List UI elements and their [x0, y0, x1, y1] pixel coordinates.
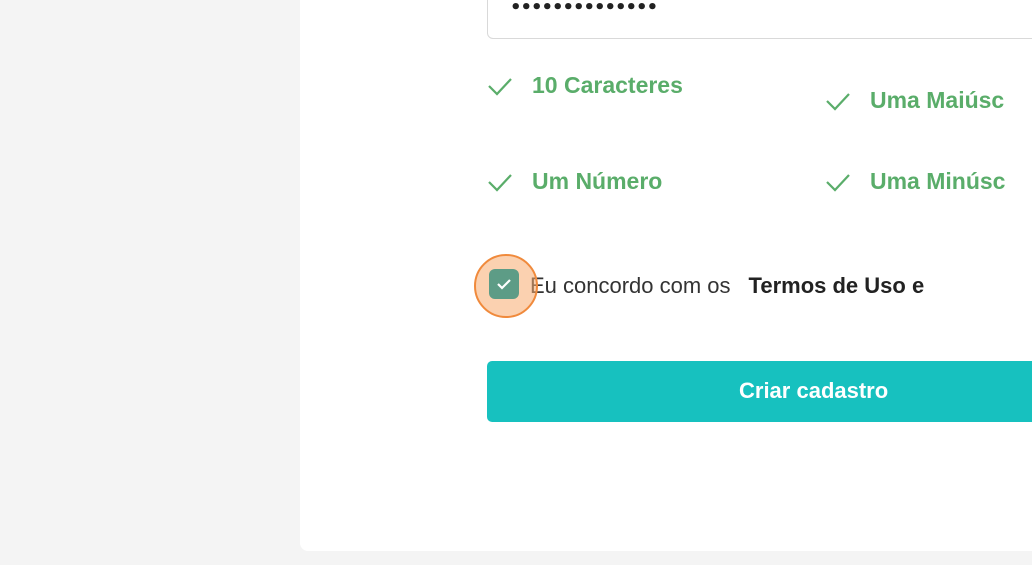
requirement-uppercase: Uma Maiúsc: [824, 87, 1004, 114]
terms-checkbox-focus-ring[interactable]: [474, 254, 538, 318]
create-account-label: Criar cadastro: [739, 378, 889, 403]
requirement-label: Um Número: [532, 168, 663, 194]
password-value: ••••••••••••••: [510, 0, 658, 18]
check-icon: [488, 77, 512, 96]
terms-of-use-link[interactable]: Termos de Uso e: [749, 273, 925, 299]
check-icon: [826, 92, 850, 111]
requirement-label: Uma Maiúsc: [870, 87, 1005, 113]
terms-checkbox[interactable]: [489, 269, 519, 299]
check-icon: [826, 173, 850, 192]
requirement-lowercase: Uma Minúsc: [824, 168, 1005, 195]
password-input[interactable]: ••••••••••••••: [487, 0, 1032, 39]
terms-agreement: Eu concordo com os Termos de Uso e: [474, 254, 924, 318]
requirement-label: 10 Caracteres: [532, 72, 683, 98]
terms-label: Eu concordo com os: [530, 273, 731, 298]
requirement-min-length: 10 Caracteres: [486, 72, 683, 99]
check-icon: [488, 173, 512, 192]
create-account-button[interactable]: Criar cadastro: [487, 361, 1032, 422]
requirement-number: Um Número: [486, 168, 662, 195]
checkmark-icon: [497, 279, 511, 290]
page: •••••••••••••• 10 Caracteres Uma Maiúsc …: [0, 0, 1032, 565]
requirement-label: Uma Minúsc: [870, 168, 1006, 194]
